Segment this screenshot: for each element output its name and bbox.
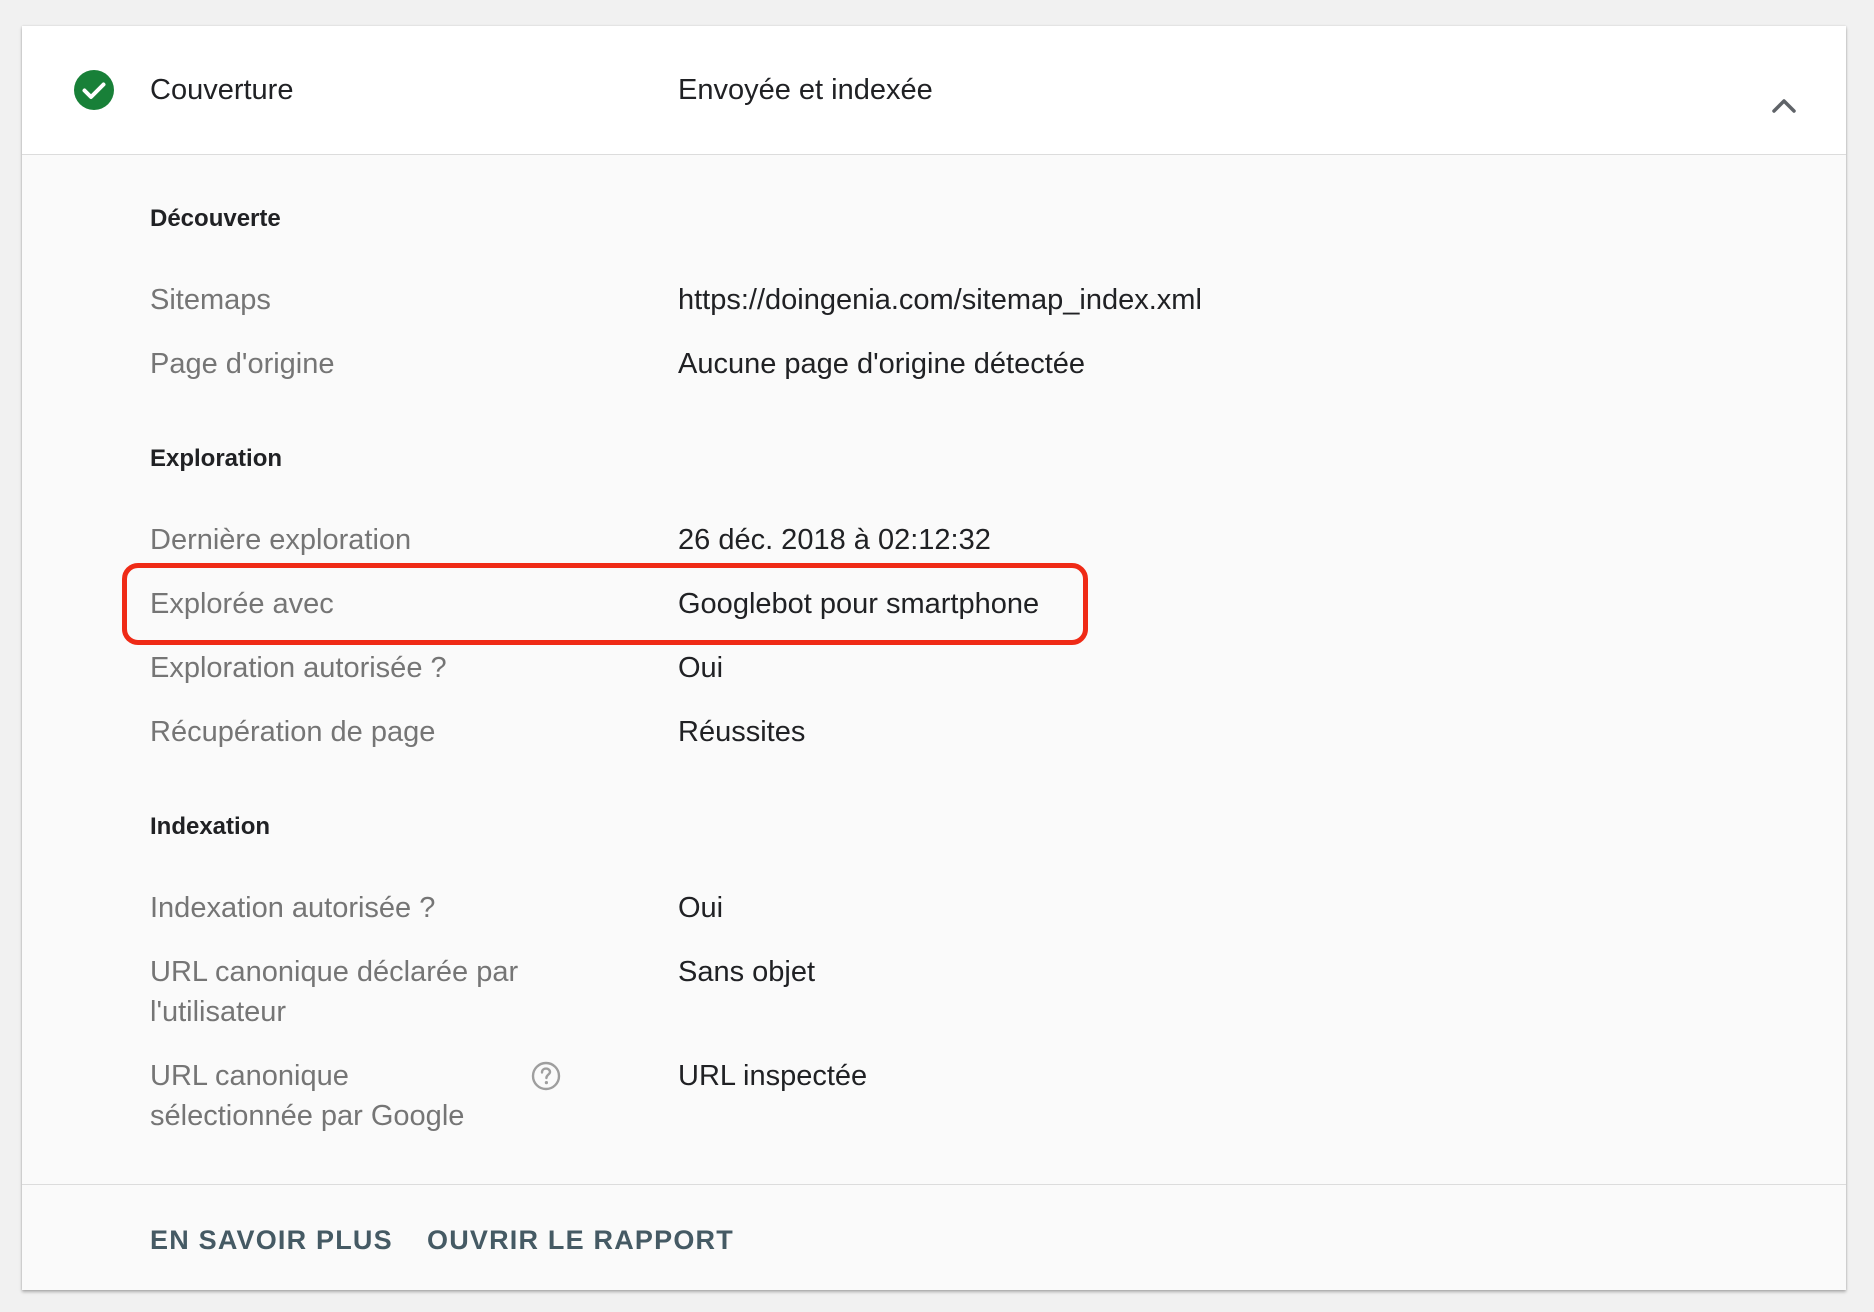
section-title-indexing: Indexation: [150, 813, 271, 840]
row-label-page-fetch: Récupération de page: [150, 716, 436, 748]
coverage-header[interactable]: Couverture Envoyée et indexée: [22, 26, 1846, 155]
row-value-sitemaps: https://doingenia.com/sitemap_index.xml: [678, 284, 1202, 316]
row-value-crawl-allowed: Oui: [678, 652, 724, 684]
row-value-user-canonical: Sans objet: [678, 956, 816, 988]
row-label-user-canonical-line2: l'utilisateur: [150, 996, 287, 1028]
row-label-google-canonical-line1: URL canonique: [150, 1060, 349, 1092]
coverage-card: Couverture Envoyée et indexée Découverte…: [22, 26, 1846, 1290]
section-title-crawl: Exploration: [150, 445, 283, 472]
section-title-discovery: Découverte: [150, 205, 281, 232]
coverage-label: Couverture: [150, 74, 294, 106]
help-circle-icon[interactable]: [530, 1060, 562, 1092]
row-label-user-canonical: URL canonique déclarée par l'utilisateur: [150, 952, 518, 1032]
chevron-up-icon[interactable]: [1766, 88, 1802, 124]
row-value-page-fetch: Réussites: [678, 716, 806, 748]
coverage-status: Envoyée et indexée: [678, 74, 933, 106]
row-label-google-canonical: URL canonique sélectionnée par Google: [150, 1056, 464, 1136]
card-footer: EN SAVOIR PLUS OUVRIR LE RAPPORT: [22, 1184, 1846, 1291]
row-value-indexing-allowed: Oui: [678, 892, 724, 924]
check-circle-icon: [74, 70, 114, 110]
row-label-last-crawl: Dernière exploration: [150, 524, 412, 556]
row-value-google-canonical: URL inspectée: [678, 1060, 868, 1092]
row-label-indexing-allowed: Indexation autorisée ?: [150, 892, 436, 924]
open-report-button[interactable]: OUVRIR LE RAPPORT: [427, 1223, 734, 1257]
row-value-referring-page: Aucune page d'origine détectée: [678, 348, 1086, 380]
learn-more-button[interactable]: EN SAVOIR PLUS: [150, 1223, 393, 1257]
row-value-last-crawl: 26 déc. 2018 à 02:12:32: [678, 524, 991, 556]
row-label-crawl-allowed: Exploration autorisée ?: [150, 652, 447, 684]
row-label-user-canonical-line1: URL canonique déclarée par: [150, 956, 519, 988]
highlight-annotation: [122, 563, 1088, 645]
row-label-referring-page: Page d'origine: [150, 348, 335, 380]
row-label-google-canonical-line2: sélectionnée par Google: [150, 1100, 465, 1132]
row-label-sitemaps: Sitemaps: [150, 284, 271, 316]
